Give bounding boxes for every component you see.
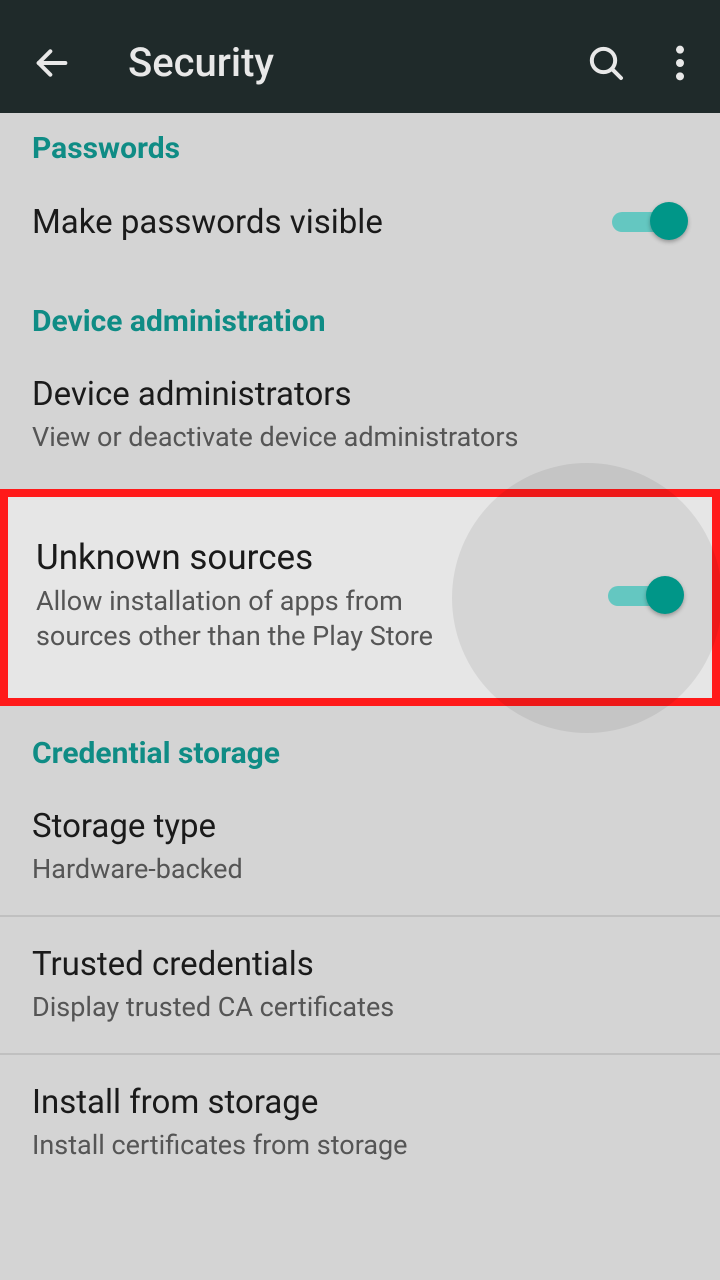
section-header-passwords: Passwords bbox=[0, 113, 720, 174]
row-title: Install from storage bbox=[32, 1083, 688, 1122]
row-title: Trusted credentials bbox=[32, 945, 688, 984]
back-button[interactable] bbox=[28, 39, 76, 87]
settings-list: Passwords Make passwords visible Device … bbox=[0, 113, 720, 1192]
row-title: Unknown sources bbox=[36, 537, 592, 578]
more-vert-icon bbox=[675, 43, 685, 83]
section-header-device-admin: Device administration bbox=[0, 270, 720, 347]
toggle-make-passwords-visible[interactable] bbox=[612, 202, 688, 242]
row-storage-type[interactable]: Storage type Hardware-backed bbox=[0, 779, 720, 915]
toggle-unknown-sources[interactable] bbox=[608, 576, 684, 616]
row-subtitle: Hardware-backed bbox=[32, 852, 688, 887]
toggle-knob bbox=[650, 202, 688, 240]
arrow-back-icon bbox=[32, 43, 72, 83]
row-subtitle: Install certificates from storage bbox=[32, 1128, 688, 1163]
search-button[interactable] bbox=[582, 39, 630, 87]
row-install-from-storage[interactable]: Install from storage Install certificate… bbox=[0, 1055, 720, 1191]
row-subtitle: View or deactivate device administrators bbox=[32, 420, 688, 455]
row-trusted-credentials[interactable]: Trusted credentials Display trusted CA c… bbox=[0, 917, 720, 1053]
row-device-administrators[interactable]: Device administrators View or deactivate… bbox=[0, 347, 720, 483]
row-subtitle: Allow installation of apps from sources … bbox=[36, 584, 496, 654]
page-title: Security bbox=[128, 39, 550, 86]
row-make-passwords-visible[interactable]: Make passwords visible bbox=[0, 174, 720, 270]
overflow-menu-button[interactable] bbox=[662, 39, 698, 87]
row-title: Storage type bbox=[32, 807, 688, 846]
row-subtitle: Display trusted CA certificates bbox=[32, 990, 688, 1025]
row-title: Device administrators bbox=[32, 375, 688, 414]
highlighted-unknown-sources: Unknown sources Allow installation of ap… bbox=[0, 489, 720, 706]
row-unknown-sources[interactable]: Unknown sources Allow installation of ap… bbox=[8, 497, 712, 698]
row-title: Make passwords visible bbox=[32, 203, 596, 242]
section-header-credential-storage: Credential storage bbox=[0, 712, 720, 779]
toggle-knob bbox=[646, 576, 684, 614]
search-icon bbox=[586, 43, 626, 83]
app-bar: Security bbox=[0, 0, 720, 125]
